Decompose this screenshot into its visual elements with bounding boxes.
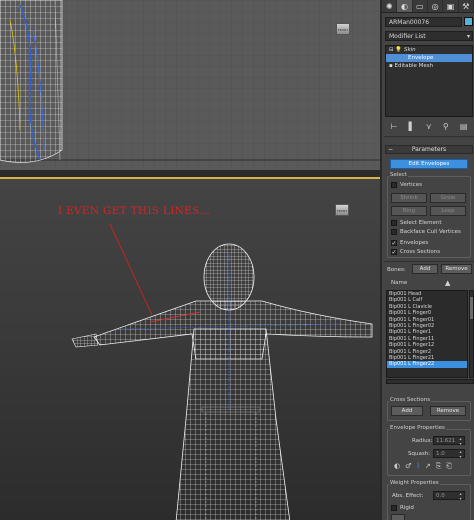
top-viewport-canvas — [0, 0, 380, 170]
navigation-cube-top[interactable]: FRONT — [334, 20, 354, 36]
make-unique-icon[interactable]: ⋎ — [426, 122, 432, 131]
bones-list-horizontal-scrollbar[interactable] — [386, 379, 474, 384]
scrollbar-thumb[interactable] — [470, 297, 473, 319]
envelopes-checkbox[interactable]: ✓ Envelopes — [391, 240, 428, 246]
modifier-list-label: Modifier List — [389, 33, 426, 40]
bones-list[interactable]: Bip001 Head Bip001 L Calf Bip001 L Clavicl… — [386, 290, 468, 378]
falloff-curve-icon[interactable]: ⌇ — [416, 462, 419, 471]
checkbox-box — [391, 182, 397, 188]
weight-properties-group-label: Weight Properties — [389, 480, 440, 486]
add-bone-button[interactable]: Add — [412, 264, 438, 274]
checkbox-box: ✓ — [391, 248, 397, 256]
front-viewport-canvas — [71, 223, 373, 520]
command-panel: ✺ ◐ ▭ ◎ ▣ ⚒ ARMan00076 Modifier List ▾ ⊟… — [380, 0, 474, 520]
navigation-cube-main[interactable]: FRONT — [333, 201, 353, 217]
character-mesh — [71, 243, 373, 520]
envelope-properties-group-label: Envelope Properties — [389, 425, 446, 431]
envelope-visible-icon[interactable]: ♂ — [405, 462, 411, 471]
rollout-title: Parameters — [411, 146, 447, 153]
ring-button[interactable]: Ring — [391, 206, 427, 216]
radius-label: Radius: — [412, 438, 433, 444]
configure-sets-icon[interactable]: ▤ — [460, 122, 468, 131]
modify-icon[interactable]: ◐ — [397, 0, 413, 12]
checkbox-label: Rigid — [400, 505, 414, 511]
hierarchy-icon[interactable]: ▭ — [413, 0, 428, 12]
select-element-checkbox[interactable]: Select Element — [391, 220, 442, 226]
modifier-list-dropdown[interactable]: Modifier List ▾ — [385, 31, 473, 41]
cross-section-add-button[interactable]: Add — [391, 406, 423, 416]
bone-list-item[interactable]: Bip001 L Finger22 — [387, 361, 467, 368]
shrink-button[interactable]: Shrink — [391, 193, 427, 203]
motion-icon[interactable]: ◎ — [428, 0, 444, 12]
stack-toolbar: ⊢ ▌ ⋎ ⚲ ▤ — [385, 120, 473, 132]
abs-effect-label: Abs. Effect: — [392, 493, 424, 499]
cross-sections-checkbox[interactable]: ✓ Cross Sections — [391, 249, 440, 255]
checkbox-box: ✓ — [391, 239, 397, 247]
remove-bone-button[interactable]: Remove — [441, 264, 472, 274]
select-group-label: Select — [389, 172, 408, 178]
checkbox-box — [391, 220, 397, 226]
falloff-linear-icon[interactable]: ↗ — [425, 462, 431, 471]
edit-envelopes-button[interactable]: Edit Envelopes — [390, 159, 468, 169]
checkbox-label: Backface Cull Vertices — [400, 229, 461, 235]
checkbox-label: Cross Sections — [400, 249, 441, 255]
squash-spinner[interactable]: 1.0 — [433, 449, 465, 459]
stack-item-label: Editable Mesh — [394, 63, 434, 69]
squash-label: Squash: — [408, 451, 431, 457]
annotation-pointer — [109, 223, 153, 316]
paste-envelope-icon[interactable]: ⎗ — [446, 462, 452, 471]
navcube-face: FRONT — [336, 23, 350, 35]
checkbox-label: Vertices — [400, 182, 422, 188]
chevron-down-icon: ▾ — [466, 33, 470, 40]
stack-item-editable-mesh[interactable]: ▪ Editable Mesh — [386, 62, 472, 70]
stack-item-skin[interactable]: ⊟ 💡 Skin — [386, 46, 472, 54]
checkbox-label: Envelopes — [400, 240, 429, 246]
pin-stack-icon[interactable]: ⊢ — [391, 122, 398, 131]
sort-arrow-icon[interactable]: ▲ — [445, 279, 450, 287]
checkbox-box — [391, 505, 397, 511]
stack-item-label: Envelope — [408, 55, 434, 61]
envelope-tools-row: ◐ ♂ ⌇ ↗ ⎘ ⎗ — [394, 462, 452, 471]
bones-label: Bones: — [387, 267, 406, 273]
command-panel-tabs: ✺ ◐ ▭ ◎ ▣ ⚒ — [382, 0, 474, 13]
utilities-icon[interactable]: ⚒ — [459, 0, 474, 12]
viewport-separator — [0, 170, 380, 177]
bones-list-vertical-scrollbar[interactable] — [469, 290, 474, 378]
cross-sections-group-label: Cross Sections — [389, 397, 432, 403]
stack-item-envelope[interactable]: Envelope — [386, 54, 472, 62]
grow-button[interactable]: Grow — [430, 193, 466, 203]
name-column-header[interactable]: Name — [391, 280, 407, 286]
backface-cull-checkbox[interactable]: Backface Cull Vertices — [391, 229, 461, 235]
bone-weight-tool-button[interactable] — [391, 514, 405, 520]
front-viewport[interactable]: FRONT — [0, 177, 380, 520]
absolute-relative-icon[interactable]: ◐ — [394, 462, 400, 471]
create-icon[interactable]: ✺ — [382, 0, 398, 12]
vertices-checkbox[interactable]: Vertices — [391, 182, 422, 188]
rigid-checkbox[interactable]: Rigid — [391, 505, 414, 511]
divider — [384, 136, 474, 137]
navcube-face: FRONT — [335, 204, 349, 216]
stack-item-label: Skin — [403, 47, 416, 53]
object-color-swatch[interactable] — [464, 17, 473, 26]
abs-effect-spinner[interactable]: 0.0 — [433, 491, 465, 501]
remove-modifier-icon[interactable]: ⚲ — [443, 122, 449, 131]
copy-envelope-icon[interactable]: ⎘ — [436, 462, 442, 471]
checkbox-label: Select Element — [400, 220, 442, 226]
collapse-icon: − — [388, 146, 394, 153]
radius-spinner[interactable]: 11.621 — [433, 436, 465, 446]
object-name-field[interactable]: ARMan00076 — [385, 17, 462, 27]
checkbox-box — [391, 229, 397, 235]
parameters-rollout-header[interactable]: − Parameters — [385, 145, 473, 154]
show-end-result-icon[interactable]: ▌ — [409, 122, 415, 131]
loop-button[interactable]: Loop — [430, 206, 466, 216]
cross-section-remove-button[interactable]: Remove — [430, 406, 466, 416]
modifier-stack: ⊟ 💡 Skin Envelope ▪ Editable Mesh — [385, 45, 473, 117]
display-icon[interactable]: ▣ — [443, 0, 459, 12]
top-viewport[interactable]: FRONT — [0, 0, 380, 170]
annotation-text: I EVEN GET THIS LINES... — [58, 205, 211, 217]
divider — [384, 261, 474, 262]
